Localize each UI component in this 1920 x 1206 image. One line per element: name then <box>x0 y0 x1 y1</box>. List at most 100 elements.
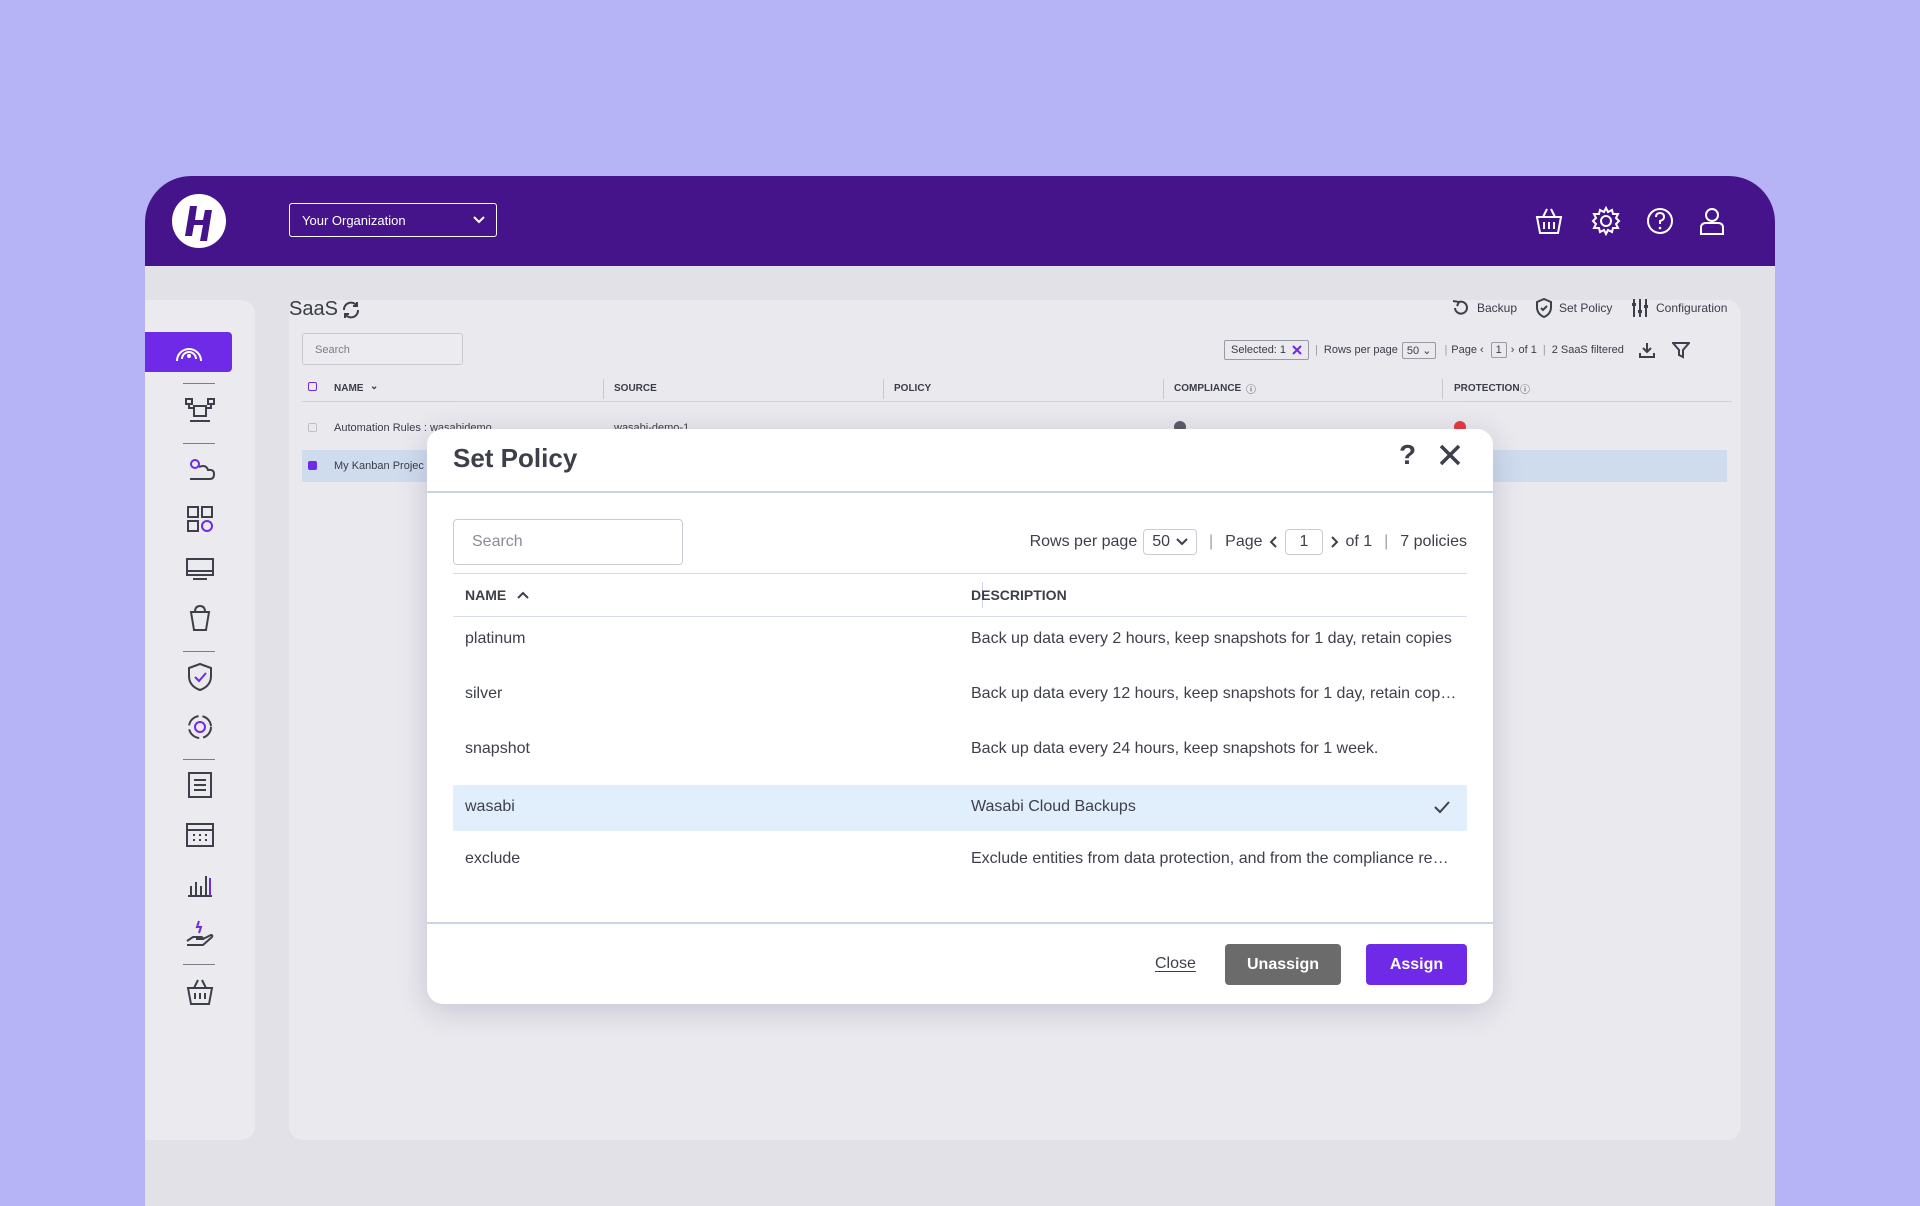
saas-toolbar: Selected: 1 | Rows per page 50 ⌄ | Page … <box>1224 339 1690 361</box>
organization-select[interactable]: Your Organization <box>289 203 497 237</box>
col-name[interactable]: NAME <box>465 587 530 603</box>
sidebar-item-protection[interactable] <box>180 662 220 692</box>
gear-icon[interactable] <box>1591 206 1621 236</box>
col-compliance[interactable]: COMPLIANCE <box>1174 383 1241 394</box>
sidebar-item-cloud-settings[interactable] <box>180 454 220 484</box>
info-icon: ⓘ <box>1520 385 1530 396</box>
select-all-checkbox[interactable] <box>308 382 317 391</box>
organization-select-label: Your Organization <box>302 213 406 228</box>
logo <box>172 194 226 248</box>
rows-per-page-value: 50 <box>1406 344 1420 357</box>
policy-description: Wasabi Cloud Backups <box>971 798 1136 815</box>
sidebar-item-compliance[interactable] <box>180 712 220 742</box>
modal-footer-divider <box>427 922 1493 924</box>
policy-row-exclude[interactable]: exclude Exclude entities from data prote… <box>453 837 1467 883</box>
of-pages: of 1 <box>1518 344 1537 356</box>
sidebar-item-marketplace[interactable] <box>180 977 220 1007</box>
cloud-settings-icon <box>190 459 216 480</box>
row-checkbox[interactable] <box>308 461 317 470</box>
sidebar-item-logs[interactable] <box>180 770 220 800</box>
sidebar-item-network[interactable] <box>180 396 220 426</box>
close-icon[interactable] <box>1438 443 1462 467</box>
help-icon[interactable]: ? <box>1399 439 1416 471</box>
action-configuration[interactable]: Configuration <box>1630 298 1727 318</box>
shield-check-icon <box>188 662 212 692</box>
separator: | <box>1209 533 1214 550</box>
saas-search-input[interactable]: Search <box>302 333 463 365</box>
monitor-icon <box>186 558 214 580</box>
action-configuration-label: Configuration <box>1656 301 1728 315</box>
sidebar-item-monitor[interactable] <box>180 554 220 584</box>
sidebar-item-apps[interactable] <box>180 504 220 534</box>
chevron-down-icon[interactable]: ⌄ <box>370 381 378 392</box>
chevron-left-icon[interactable]: ‹ <box>1480 344 1484 356</box>
policy-row-platinum[interactable]: platinum Back up data every 2 hours, kee… <box>453 617 1467 663</box>
action-set-policy[interactable]: Set Policy <box>1535 298 1612 318</box>
sidebar-item-dashboard[interactable] <box>145 332 232 372</box>
page-title: SaaS <box>289 298 338 320</box>
sidebar-divider <box>183 443 215 444</box>
row-checkbox[interactable] <box>308 423 317 432</box>
selected-chip[interactable]: Selected: 1 <box>1224 340 1310 360</box>
policy-name: platinum <box>465 630 526 647</box>
basket-icon[interactable] <box>1534 206 1564 236</box>
refresh-icon[interactable] <box>340 299 362 321</box>
sidebar-item-services[interactable] <box>180 919 220 949</box>
assign-button[interactable]: Assign <box>1366 944 1467 985</box>
chevron-down-icon <box>473 216 485 224</box>
col-protection[interactable]: PROTECTION <box>1454 383 1520 394</box>
bucket-icon <box>189 604 211 631</box>
list-icon <box>188 772 212 798</box>
unassign-button[interactable]: Unassign <box>1225 944 1341 985</box>
close-icon[interactable] <box>1292 345 1302 355</box>
policy-table-header: NAME DESCRIPTION <box>453 573 1467 617</box>
page-input[interactable]: 1 <box>1284 529 1324 555</box>
top-bar: Your Organization <box>145 176 1775 266</box>
chevron-right-icon[interactable]: › <box>1511 344 1515 356</box>
row-name: My Kanban Projec <box>334 460 424 472</box>
column-divider <box>1442 379 1443 399</box>
rows-per-page-label: Rows per page <box>1029 533 1138 550</box>
column-divider <box>883 379 884 399</box>
rows-per-page-select[interactable]: 50 ⌄ <box>1401 341 1437 359</box>
download-icon[interactable] <box>1638 341 1656 359</box>
sidebar-divider <box>183 383 215 384</box>
policy-search-input[interactable]: Search <box>453 519 683 565</box>
apps-grid-icon <box>187 506 213 532</box>
policy-description: Back up data every 24 hours, keep snapsh… <box>971 740 1379 757</box>
action-backup[interactable]: Backup <box>1451 298 1517 318</box>
col-description[interactable]: DESCRIPTION <box>971 587 1067 603</box>
close-button[interactable]: Close <box>1155 955 1196 973</box>
sidebar-item-calendar[interactable] <box>180 820 220 850</box>
page-input[interactable]: 1 <box>1490 342 1507 358</box>
col-policy[interactable]: POLICY <box>894 383 931 394</box>
help-icon[interactable] <box>1645 206 1675 236</box>
sidebar-item-bucket[interactable] <box>180 603 220 633</box>
sidebar <box>145 300 255 1140</box>
backup-icon <box>1452 300 1468 315</box>
sidebar-divider <box>183 964 215 965</box>
policy-row-wasabi[interactable]: wasabi Wasabi Cloud Backups <box>453 785 1467 831</box>
rows-per-page-select[interactable]: 50 <box>1143 529 1198 555</box>
shield-check-icon <box>1536 298 1552 318</box>
user-icon[interactable] <box>1697 206 1727 236</box>
set-policy-modal: Set Policy ? Search Rows per page 50 | P… <box>427 429 1493 1004</box>
basket-icon <box>186 979 214 1005</box>
action-set-policy-label: Set Policy <box>1559 301 1613 315</box>
column-divider <box>1163 379 1164 399</box>
policy-count: 7 policies <box>1400 533 1467 550</box>
col-source[interactable]: SOURCE <box>614 383 657 394</box>
filter-icon[interactable] <box>1671 341 1690 359</box>
policy-row-snapshot[interactable]: snapshot Back up data every 24 hours, ke… <box>453 727 1467 773</box>
col-name[interactable]: NAME <box>334 383 363 394</box>
policy-row-silver[interactable]: silver Back up data every 12 hours, keep… <box>453 672 1467 718</box>
policy-name: snapshot <box>465 740 530 757</box>
sidebar-item-reports[interactable] <box>180 870 220 900</box>
chevron-right-icon[interactable] <box>1329 535 1339 549</box>
separator: | <box>1384 533 1389 550</box>
policy-name: wasabi <box>465 798 515 815</box>
modal-header-divider <box>427 491 1493 493</box>
chevron-left-icon[interactable] <box>1269 535 1279 549</box>
column-divider <box>603 379 604 399</box>
rows-per-page-label: Rows per page <box>1323 344 1398 356</box>
